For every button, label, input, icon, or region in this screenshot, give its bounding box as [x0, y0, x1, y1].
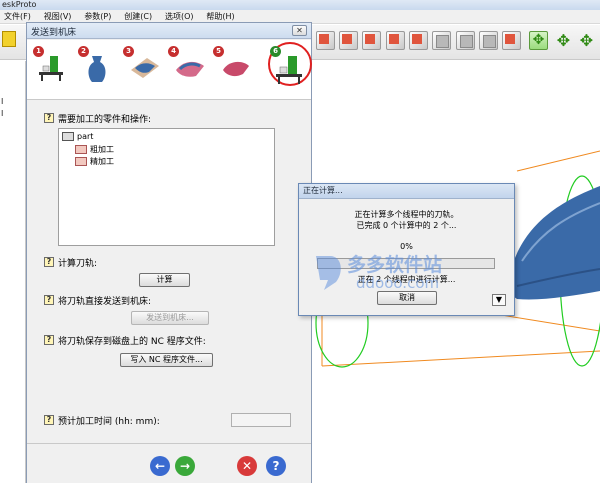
progress-line1: 正在计算多个线程中的刀轨。: [354, 210, 459, 219]
machining-time-label: 预计加工时间 (hh: mm):: [58, 417, 160, 427]
left-panel-mark: I: [1, 97, 4, 106]
part-icon: [62, 132, 74, 141]
send-to-machine-dialog: 发送到机床 ✕ 1 2 3 4 5 6 ? 需要加工的零件和操作: part 粗…: [26, 22, 312, 483]
pan-icon[interactable]: ✥: [554, 31, 573, 50]
progress-percent: 0%: [400, 242, 413, 251]
help-icon[interactable]: ?: [44, 113, 54, 123]
operation-icon: [75, 157, 87, 166]
help-icon[interactable]: ?: [44, 257, 54, 267]
finishing-icon: [223, 61, 249, 77]
help-icon[interactable]: ?: [44, 415, 54, 425]
rotate-icon[interactable]: ✥: [529, 31, 548, 50]
step-3-stock[interactable]: 3: [123, 46, 163, 96]
help-icon[interactable]: ?: [44, 295, 54, 305]
wizard-steps: 1 2 3 4 5 6: [27, 40, 312, 100]
compute-button[interactable]: 计算: [139, 273, 190, 287]
view-wire-icon[interactable]: [479, 31, 498, 50]
dialog-footer: ← → ✕ ?: [27, 443, 311, 483]
tree-item-finishing[interactable]: 精加工: [75, 156, 114, 167]
progress-dialog: 正在计算... 正在计算多个线程中的刀轨。 已完成 0 个计算中的 2 个...…: [298, 183, 515, 316]
tree-item-label: 精加工: [90, 157, 114, 166]
app-title: eskProto: [2, 0, 37, 9]
back-button[interactable]: ←: [150, 456, 170, 476]
parts-label: 需要加工的零件和操作:: [58, 115, 152, 125]
parts-tree[interactable]: part 粗加工 精加工: [58, 128, 275, 246]
view-iso-icon[interactable]: [432, 31, 451, 50]
stock-icon: [131, 58, 159, 78]
progress-line2: 已完成 0 个计算中的 2 个...: [356, 221, 457, 230]
machining-time-field: [231, 413, 291, 427]
zoom-icon[interactable]: ✥: [577, 31, 596, 50]
cancel-button[interactable]: ✕: [237, 456, 257, 476]
app-title-bar: eskProto: [0, 0, 600, 10]
view-top-icon[interactable]: [409, 31, 428, 50]
save-icon[interactable]: [2, 31, 16, 47]
step-5-finishing[interactable]: 5: [213, 46, 253, 96]
dialog-title-bar: 发送到机床 ✕: [27, 23, 311, 39]
tree-item-roughing[interactable]: 粗加工: [75, 144, 114, 155]
cancel-button[interactable]: 取消: [377, 291, 437, 305]
progress-status: 正在 2 个线程中进行计算...: [357, 275, 456, 284]
camera-icon[interactable]: [502, 31, 521, 50]
send-to-machine-button[interactable]: 发送到机床...: [131, 311, 209, 325]
step-2-part[interactable]: 2: [78, 46, 118, 96]
tree-item-part[interactable]: part: [62, 132, 93, 141]
tree-item-label: part: [77, 132, 94, 141]
operation-icon: [75, 145, 87, 154]
view-left-icon[interactable]: [362, 31, 381, 50]
write-nc-file-button[interactable]: 写入 NC 程序文件...: [120, 353, 213, 367]
send-label: 将刀轨直接发送到机床:: [58, 297, 152, 307]
tree-item-label: 粗加工: [90, 145, 114, 154]
close-button[interactable]: ✕: [292, 25, 307, 36]
help-icon[interactable]: ?: [44, 335, 54, 345]
dialog-title: 发送到机床: [31, 28, 77, 38]
toolpath-label: 计算刀轨:: [58, 259, 98, 269]
view-right-icon[interactable]: [386, 31, 405, 50]
machine-icon: [276, 56, 302, 84]
view-front-icon[interactable]: [316, 31, 335, 50]
next-button[interactable]: →: [175, 456, 195, 476]
expand-toggle-button[interactable]: ▼: [492, 294, 506, 306]
step-1-machine[interactable]: 1: [33, 46, 73, 96]
progress-title: 正在计算...: [299, 184, 514, 199]
progress-bar: [317, 258, 495, 269]
vase-icon: [88, 56, 106, 82]
left-panel-mark: I: [1, 109, 4, 118]
step-6-send-to-machine[interactable]: 6: [270, 46, 310, 96]
view-back-icon[interactable]: [339, 31, 358, 50]
machine-icon: [39, 56, 63, 81]
roughing-icon: [176, 61, 204, 77]
left-panel: I I: [0, 61, 26, 483]
save-nc-label: 将刀轨保存到磁盘上的 NC 程序文件:: [58, 337, 206, 347]
help-button[interactable]: ?: [266, 456, 286, 476]
view-shaded-icon[interactable]: [456, 31, 475, 50]
step-4-roughing[interactable]: 4: [168, 46, 208, 96]
